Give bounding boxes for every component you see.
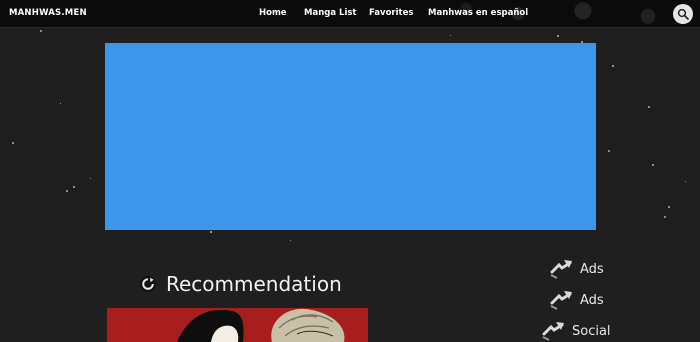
sidebar-item-ads-2[interactable]: Ads [548, 290, 604, 310]
refresh-icon [140, 276, 156, 292]
sidebar-item-label: Ads [580, 292, 604, 308]
search-icon [677, 8, 689, 20]
recommendation-title: Recommendation [166, 272, 342, 296]
nav-manga-list[interactable]: Manga List [304, 8, 356, 18]
nav-manhwas-espanol[interactable]: Manhwas en español [428, 8, 528, 18]
hero-section [0, 28, 700, 247]
swap-arrows-icon [542, 322, 564, 341]
search-button[interactable] [673, 4, 693, 24]
ad-banner[interactable] [105, 43, 596, 230]
nav-home[interactable]: Home [259, 8, 287, 18]
sidebar-item-social[interactable]: Social [540, 321, 611, 341]
site-logo[interactable]: MANHWAS.MEN [9, 8, 87, 18]
swap-arrows-icon [550, 291, 572, 310]
recommendation-heading: Recommendation [140, 271, 342, 297]
top-navigation-bar: MANHWAS.MEN Home Manga List Favorites Ma… [0, 0, 700, 28]
sidebar-item-ads-1[interactable]: Ads [548, 259, 604, 279]
swap-arrows-icon [550, 260, 572, 279]
recommendation-thumbnail[interactable] [107, 308, 368, 342]
nav-favorites[interactable]: Favorites [369, 8, 413, 18]
sidebar-item-label: Social [572, 323, 611, 339]
comic-artwork [177, 308, 345, 342]
sidebar-item-label: Ads [580, 261, 604, 277]
